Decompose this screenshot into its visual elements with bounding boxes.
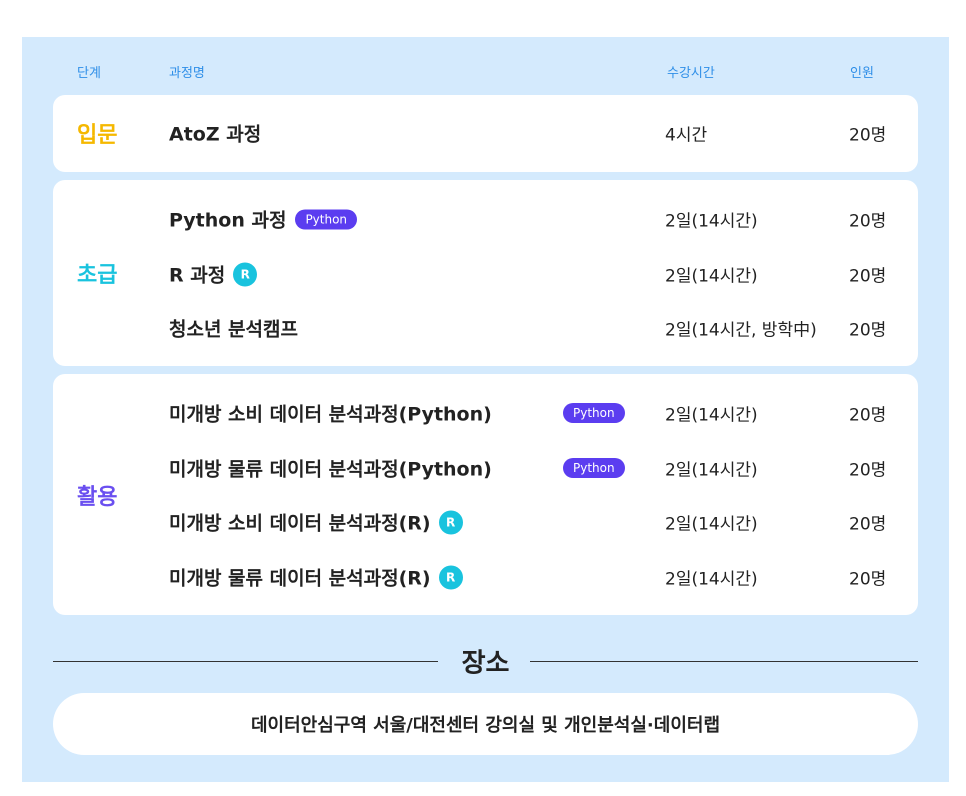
course-people: 20명 [849, 266, 887, 287]
course-hours: 2일(14시간) [665, 514, 758, 535]
place-box: 데이터안심구역 서울/대전센터 강의실 및 개인분석실·데이터랩 [53, 693, 918, 755]
course-people: 20명 [849, 514, 887, 535]
course-name: 미개방 소비 데이터 분석과정(Python) [169, 403, 492, 426]
place-title: 장소 [461, 648, 510, 679]
header-hours: 수강시간 [667, 66, 715, 81]
course-people: 20명 [849, 320, 887, 341]
table-row: Python 과정 Python 2일(14시간) 20명 [53, 204, 918, 234]
course-hours: 2일(14시간) [665, 569, 758, 590]
table-row: 미개방 물류 데이터 분석과정(R) R 2일(14시간) 20명 [53, 562, 918, 592]
course-hours: 2일(14시간) [665, 211, 758, 232]
header-stage: 단계 [77, 66, 101, 81]
course-people: 20명 [849, 405, 887, 426]
place-text: 데이터안심구역 서울/대전센터 강의실 및 개인분석실·데이터랩 [250, 715, 721, 736]
course-name: AtoZ 과정 [169, 123, 262, 146]
python-badge: Python [563, 458, 625, 478]
python-badge: Python [563, 403, 625, 423]
course-hours: 2일(14시간, 방학中) [665, 320, 817, 341]
group-card-intro: 입문 AtoZ 과정 4시간 20명 [53, 95, 918, 172]
course-hours: 2일(14시간) [665, 405, 758, 426]
group-card-applied: 활용 미개방 소비 데이터 분석과정(Python) Python 2일(14시… [53, 374, 918, 615]
r-badge: R [438, 510, 463, 534]
course-name: 미개방 물류 데이터 분석과정(Python) [169, 458, 492, 481]
course-people: 20명 [849, 569, 887, 590]
table-row: AtoZ 과정 4시간 20명 [53, 118, 918, 148]
r-badge: R [438, 565, 463, 589]
course-name: 미개방 물류 데이터 분석과정(R) R [169, 564, 463, 591]
course-name: R 과정 R [169, 261, 258, 288]
python-badge: Python [295, 209, 358, 229]
header-course: 과정명 [169, 66, 205, 81]
table-row: 미개방 소비 데이터 분석과정(Python) Python 2일(14시간) … [53, 398, 918, 428]
course-people: 20명 [849, 460, 887, 481]
header-people: 인원 [850, 66, 874, 81]
course-name: Python 과정 Python [169, 206, 358, 233]
divider-right [530, 661, 918, 662]
place-heading: 장소 [22, 643, 949, 679]
r-badge: R [233, 262, 258, 286]
table-row: 미개방 물류 데이터 분석과정(Python) Python 2일(14시간) … [53, 453, 918, 483]
course-panel: 단계 과정명 수강시간 인원 입문 AtoZ 과정 4시간 20명 초급 Pyt… [22, 37, 949, 782]
table-header: 단계 과정명 수강시간 인원 [22, 62, 949, 82]
course-name: 미개방 소비 데이터 분석과정(R) R [169, 509, 463, 536]
course-hours: 2일(14시간) [665, 460, 758, 481]
table-row: 청소년 분석캠프 2일(14시간, 방학中) 20명 [53, 313, 918, 343]
course-people: 20명 [849, 211, 887, 232]
course-people: 20명 [849, 125, 887, 146]
course-name: 청소년 분석캠프 [169, 318, 298, 341]
group-card-beginner: 초급 Python 과정 Python 2일(14시간) 20명 R 과정 R … [53, 180, 918, 366]
table-row: 미개방 소비 데이터 분석과정(R) R 2일(14시간) 20명 [53, 507, 918, 537]
course-hours: 2일(14시간) [665, 266, 758, 287]
divider-left [53, 661, 438, 662]
table-row: R 과정 R 2일(14시간) 20명 [53, 259, 918, 289]
course-hours: 4시간 [665, 125, 708, 146]
